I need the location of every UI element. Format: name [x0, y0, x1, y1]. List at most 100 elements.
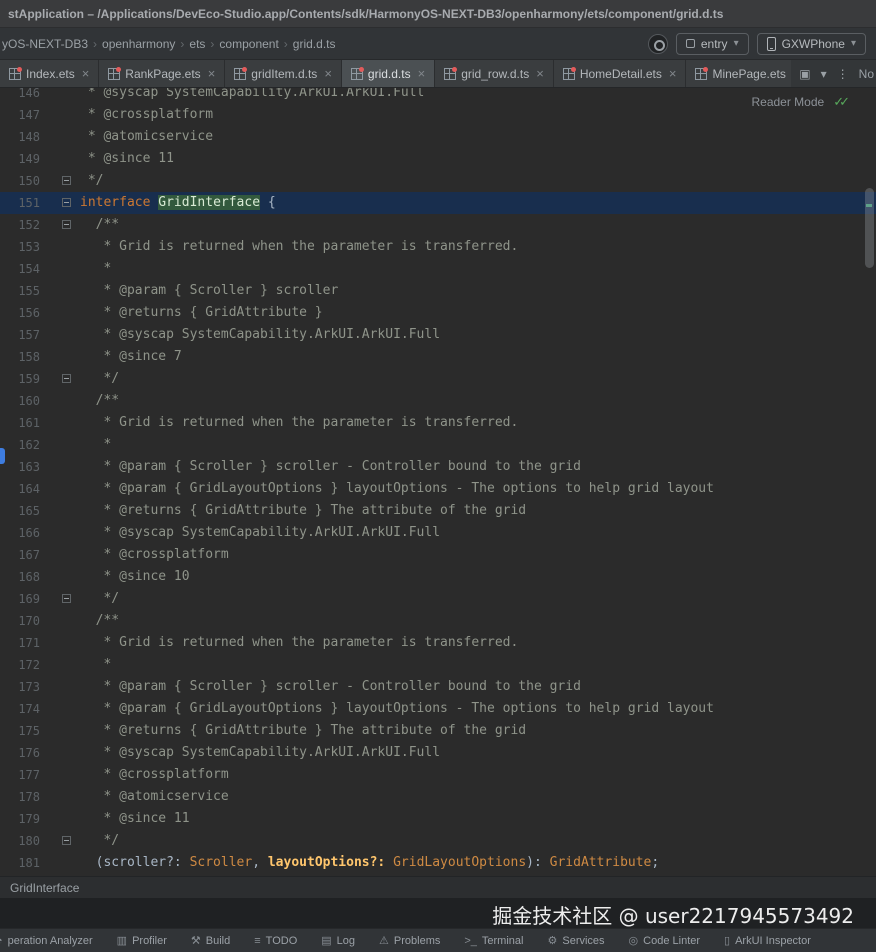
- code-line[interactable]: 172 *: [0, 654, 876, 676]
- statusbar-item[interactable]: ▤ Log: [321, 934, 355, 948]
- code-editor[interactable]: 146 * @syscap SystemCapability.ArkUI.Ark…: [0, 88, 876, 876]
- scrollbar-thumb[interactable]: [865, 188, 874, 268]
- hidden-tabs-chevron-icon[interactable]: ▾: [821, 67, 827, 81]
- editor-tab[interactable]: RankPage.ets ×: [99, 60, 226, 87]
- line-number[interactable]: 181: [0, 852, 40, 874]
- code-line[interactable]: 149 * @since 11: [0, 148, 876, 170]
- line-number[interactable]: 159: [0, 368, 40, 390]
- line-number[interactable]: 151: [0, 192, 40, 214]
- fold-marker-icon[interactable]: [62, 836, 71, 845]
- line-number[interactable]: 180: [0, 830, 40, 852]
- code-line[interactable]: 148 * @atomicservice: [0, 126, 876, 148]
- statusbar-item[interactable]: ▥ Profiler: [117, 934, 167, 948]
- code-line[interactable]: 155 * @param { Scroller } scroller: [0, 280, 876, 302]
- editor-tab[interactable]: Index.ets ×: [0, 60, 100, 87]
- code-line[interactable]: 180 */: [0, 830, 876, 852]
- line-number[interactable]: 155: [0, 280, 40, 302]
- code-line[interactable]: 156 * @returns { GridAttribute }: [0, 302, 876, 324]
- code-line[interactable]: 167 * @crossplatform: [0, 544, 876, 566]
- statusbar-item[interactable]: ◔ peration Analyzer: [0, 935, 93, 947]
- line-number[interactable]: 165: [0, 500, 40, 522]
- line-number[interactable]: 174: [0, 698, 40, 720]
- device-selector[interactable]: GXWPhone ▾: [756, 32, 866, 55]
- line-number[interactable]: 146: [0, 88, 40, 104]
- line-number[interactable]: 147: [0, 104, 40, 126]
- code-line[interactable]: 160 /**: [0, 390, 876, 412]
- run-config-selector[interactable]: entry ▾: [675, 32, 749, 55]
- close-icon[interactable]: ×: [324, 67, 332, 80]
- fold-marker-icon[interactable]: [62, 594, 71, 603]
- right-stripe-label[interactable]: No: [859, 67, 874, 81]
- code-line[interactable]: 157 * @syscap SystemCapability.ArkUI.Ark…: [0, 324, 876, 346]
- line-number[interactable]: 179: [0, 808, 40, 830]
- line-number[interactable]: 161: [0, 412, 40, 434]
- line-number[interactable]: 178: [0, 786, 40, 808]
- breadcrumb-item[interactable]: component: [219, 37, 278, 51]
- editor-tab[interactable]: gridItem.d.ts ×: [225, 60, 342, 87]
- code-line[interactable]: 154 *: [0, 258, 876, 280]
- fold-marker-icon[interactable]: [62, 176, 71, 185]
- line-number[interactable]: 153: [0, 236, 40, 258]
- code-line[interactable]: 174 * @param { GridLayoutOptions } layou…: [0, 698, 876, 720]
- line-number[interactable]: 154: [0, 258, 40, 280]
- line-number[interactable]: 148: [0, 126, 40, 148]
- code-line[interactable]: 153 * Grid is returned when the paramete…: [0, 236, 876, 258]
- line-number[interactable]: 149: [0, 148, 40, 170]
- line-number[interactable]: 176: [0, 742, 40, 764]
- line-number[interactable]: 169: [0, 588, 40, 610]
- breadcrumb-item[interactable]: yOS-NEXT-DB3: [2, 37, 88, 51]
- breadcrumb-item[interactable]: grid.d.ts: [293, 37, 336, 51]
- code-line[interactable]: 151 interface GridInterface {: [0, 192, 876, 214]
- line-number[interactable]: 173: [0, 676, 40, 698]
- statusbar-item[interactable]: ⚒ Build: [191, 934, 230, 948]
- code-line[interactable]: 171 * Grid is returned when the paramete…: [0, 632, 876, 654]
- reader-mode-label[interactable]: Reader Mode: [751, 95, 824, 109]
- line-number[interactable]: 171: [0, 632, 40, 654]
- line-number[interactable]: 170: [0, 610, 40, 632]
- structure-breadcrumb-item[interactable]: GridInterface: [10, 881, 79, 895]
- tab-options-kebab-icon[interactable]: ⋮: [837, 67, 849, 81]
- line-number[interactable]: 157: [0, 324, 40, 346]
- editor-tab[interactable]: MinePage.ets×: [686, 60, 792, 87]
- code-line[interactable]: 176 * @syscap SystemCapability.ArkUI.Ark…: [0, 742, 876, 764]
- code-line[interactable]: 152 /**: [0, 214, 876, 236]
- code-line[interactable]: 158 * @since 7: [0, 346, 876, 368]
- close-icon[interactable]: ×: [208, 67, 216, 80]
- line-number[interactable]: 167: [0, 544, 40, 566]
- code-line[interactable]: 159 */: [0, 368, 876, 390]
- line-number[interactable]: 163: [0, 456, 40, 478]
- fold-marker-icon[interactable]: [62, 374, 71, 383]
- breadcrumb-item[interactable]: ets: [189, 37, 205, 51]
- code-line[interactable]: 169 */: [0, 588, 876, 610]
- editor-tab[interactable]: grid.d.ts ×: [341, 60, 436, 87]
- line-number[interactable]: 158: [0, 346, 40, 368]
- fold-marker-icon[interactable]: [62, 220, 71, 229]
- inspections-ok-icon[interactable]: ✓✓: [833, 94, 850, 110]
- device-manager-icon[interactable]: [647, 33, 668, 54]
- line-number[interactable]: 162: [0, 434, 40, 456]
- code-line[interactable]: 175 * @returns { GridAttribute } The att…: [0, 720, 876, 742]
- code-line[interactable]: 170 /**: [0, 610, 876, 632]
- statusbar-item[interactable]: ⚠ Problems: [379, 934, 440, 948]
- code-line[interactable]: 177 * @crossplatform: [0, 764, 876, 786]
- close-icon[interactable]: ×: [418, 67, 426, 80]
- line-number[interactable]: 164: [0, 478, 40, 500]
- line-number[interactable]: 156: [0, 302, 40, 324]
- code-line[interactable]: 164 * @param { GridLayoutOptions } layou…: [0, 478, 876, 500]
- code-line[interactable]: 166 * @syscap SystemCapability.ArkUI.Ark…: [0, 522, 876, 544]
- line-number[interactable]: 177: [0, 764, 40, 786]
- statusbar-item[interactable]: ◎ Code Linter: [629, 934, 700, 948]
- line-number[interactable]: 150: [0, 170, 40, 192]
- editor-tab[interactable]: grid_row.d.ts ×: [435, 60, 554, 87]
- fold-marker-icon[interactable]: [62, 198, 71, 207]
- line-number[interactable]: 168: [0, 566, 40, 588]
- line-number[interactable]: 152: [0, 214, 40, 236]
- statusbar-item[interactable]: ⚙ Services: [547, 934, 604, 948]
- close-icon[interactable]: ×: [82, 67, 90, 80]
- code-line[interactable]: 165 * @returns { GridAttribute } The att…: [0, 500, 876, 522]
- code-line[interactable]: 168 * @since 10: [0, 566, 876, 588]
- code-line[interactable]: 178 * @atomicservice: [0, 786, 876, 808]
- line-number[interactable]: 160: [0, 390, 40, 412]
- breadcrumb-item[interactable]: openharmony: [102, 37, 175, 51]
- code-line[interactable]: 147 * @crossplatform: [0, 104, 876, 126]
